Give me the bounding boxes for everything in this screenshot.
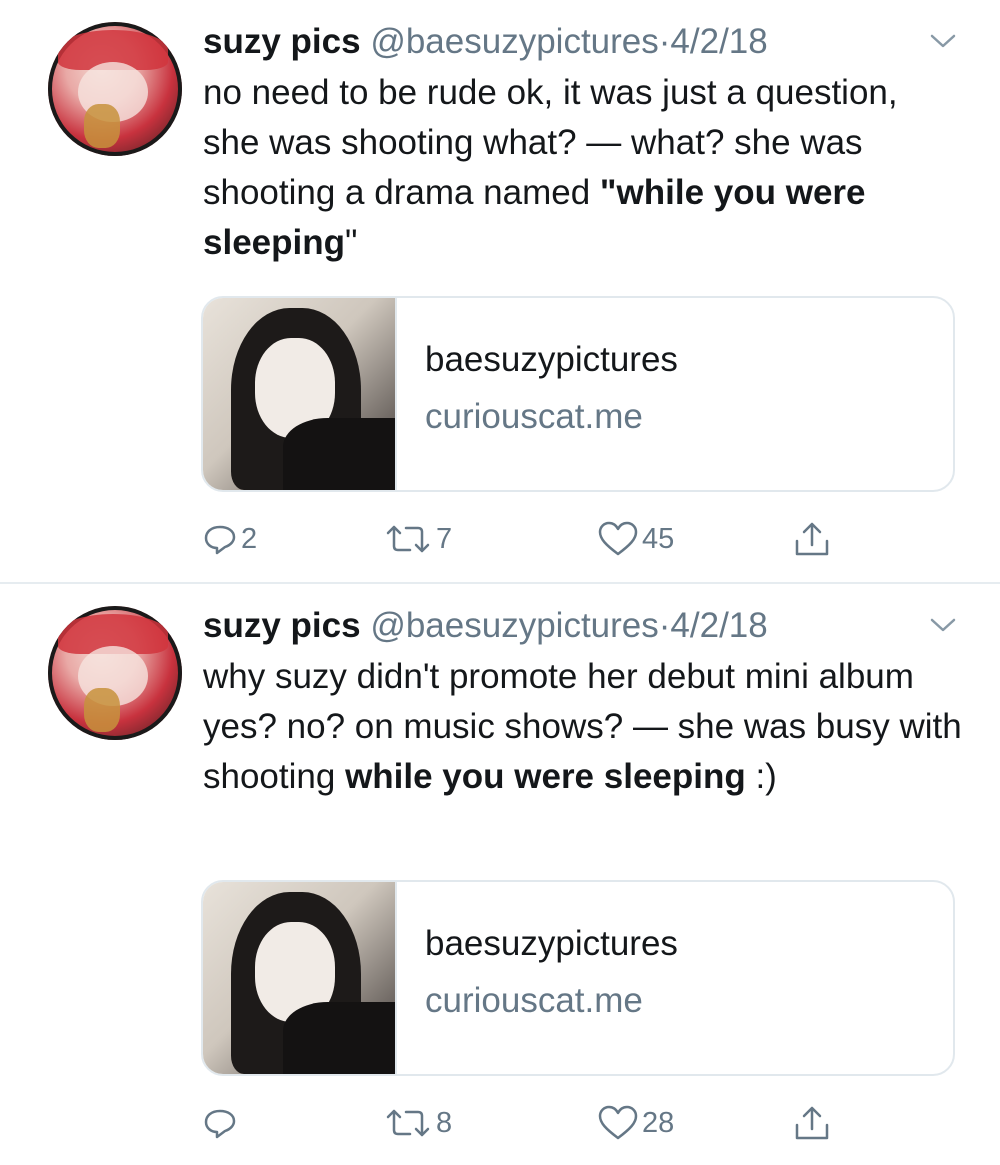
user-handle[interactable]: @baesuzypictures (370, 606, 658, 645)
heart-icon (598, 1105, 638, 1140)
avatar[interactable] (48, 22, 182, 156)
avatar-hand-shape (84, 104, 120, 148)
chevron-down-icon[interactable] (930, 33, 956, 49)
retweet-icon (386, 525, 430, 553)
portrait-body-shape (283, 418, 395, 490)
link-card[interactable]: baesuzypictures curiouscat.me (201, 296, 955, 492)
share-button[interactable] (794, 514, 830, 564)
tweet-date[interactable]: 4/2/18 (670, 22, 767, 61)
retweet-count: 8 (436, 1106, 453, 1139)
tweet[interactable]: suzy pics @baesuzypictures·4/2/18 why su… (0, 582, 1000, 1165)
tweet-date[interactable]: 4/2/18 (670, 606, 767, 645)
tweet-text: no need to be rude ok, it was just a que… (203, 68, 963, 268)
reply-button[interactable] (203, 1098, 241, 1148)
tweet-text: why suzy didn't promote her debut mini a… (203, 652, 963, 802)
avatar[interactable] (48, 606, 182, 740)
card-image (203, 882, 397, 1074)
link-card[interactable]: baesuzypictures curiouscat.me (201, 880, 955, 1076)
like-button[interactable]: 45 (598, 514, 674, 564)
retweet-icon (386, 1109, 430, 1137)
tweet-text-close-quote: " (344, 223, 358, 262)
card-title: baesuzypictures (425, 340, 678, 379)
retweet-count: 7 (436, 522, 453, 555)
avatar-hand-shape (84, 688, 120, 732)
tweet-text-tail: :) (745, 757, 777, 796)
tweet[interactable]: suzy pics @baesuzypictures·4/2/18 no nee… (0, 0, 1000, 582)
display-name[interactable]: suzy pics (203, 606, 361, 645)
share-icon (795, 1106, 829, 1140)
tweet-text-open-quote: " (599, 173, 617, 212)
display-name[interactable]: suzy pics (203, 22, 361, 61)
tweet-text-bold: while you were sleeping (345, 757, 746, 796)
card-title: baesuzypictures (425, 924, 678, 963)
chevron-down-icon[interactable] (930, 617, 956, 633)
portrait-body-shape (283, 1002, 395, 1074)
separator-dot: · (658, 22, 671, 61)
user-handle[interactable]: @baesuzypictures (370, 22, 658, 61)
share-button[interactable] (794, 1098, 830, 1148)
retweet-button[interactable]: 7 (384, 514, 452, 564)
card-domain: curiouscat.me (425, 397, 643, 436)
reply-icon (204, 1109, 236, 1139)
tweet-actions: 8 28 (0, 1098, 1000, 1148)
card-image (203, 298, 397, 490)
tweet-header: suzy pics @baesuzypictures·4/2/18 (203, 604, 768, 648)
heart-icon (598, 521, 638, 556)
separator-dot: · (658, 606, 671, 645)
tweet-header: suzy pics @baesuzypictures·4/2/18 (203, 20, 768, 64)
reply-icon (204, 525, 236, 555)
like-count: 28 (642, 1106, 675, 1139)
tweet-actions: 2 7 45 (0, 514, 1000, 564)
reply-button[interactable]: 2 (203, 514, 257, 564)
card-domain: curiouscat.me (425, 981, 643, 1020)
like-button[interactable]: 28 (598, 1098, 674, 1148)
like-count: 45 (642, 522, 675, 555)
reply-count: 2 (241, 522, 258, 555)
share-icon (795, 522, 829, 556)
retweet-button[interactable]: 8 (384, 1098, 452, 1148)
